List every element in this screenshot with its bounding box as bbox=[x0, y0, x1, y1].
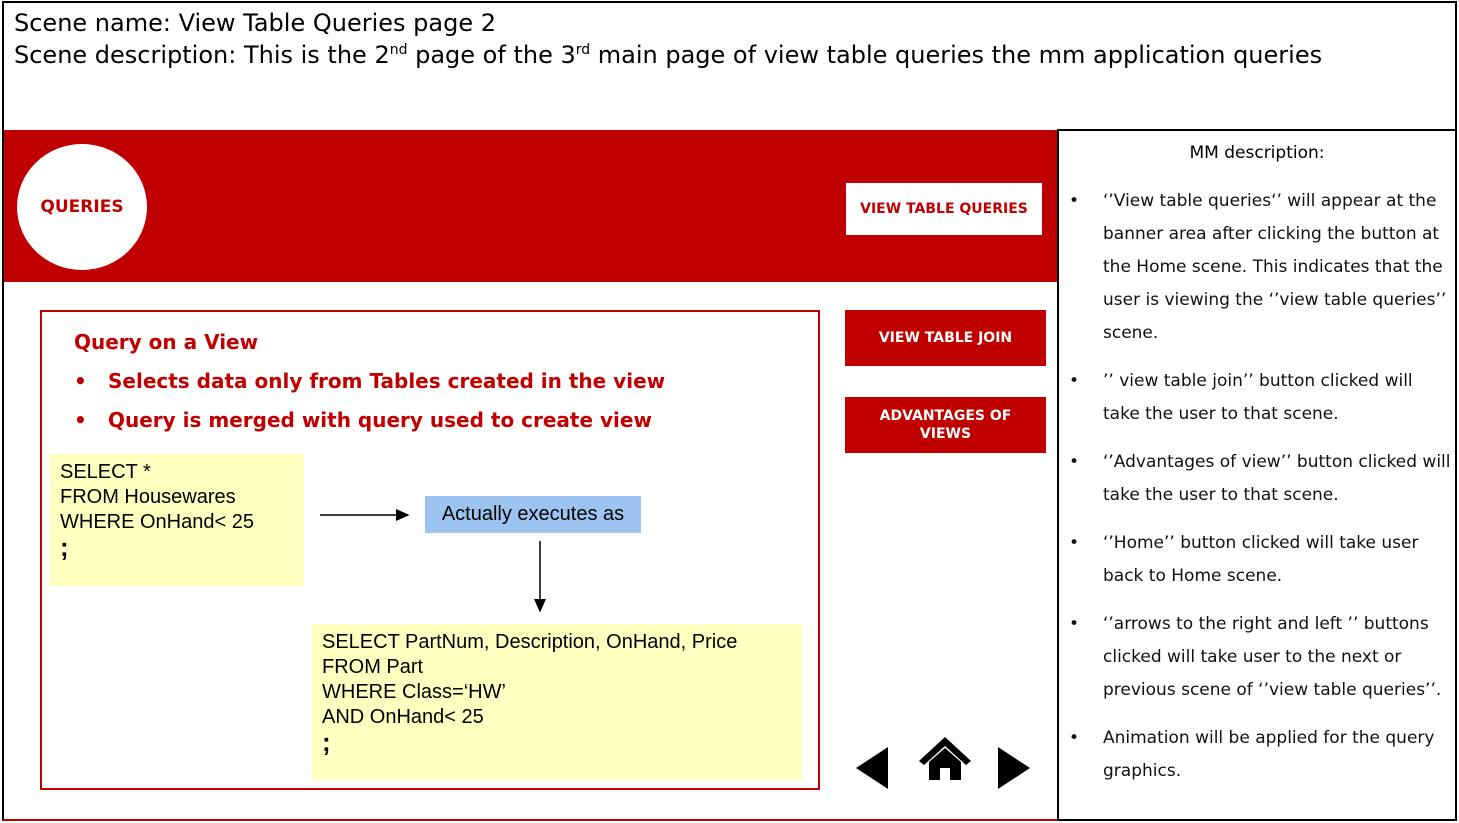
bullet-item: • Query is merged with query used to crea… bbox=[74, 408, 652, 432]
merged-query-code: SELECT PartNum, Description, OnHand, Pri… bbox=[312, 624, 802, 780]
view-query-code: SELECT * FROM Housewares WHERE OnHand< 25; bbox=[50, 454, 304, 586]
mm-description-title: MM description: bbox=[1189, 143, 1325, 163]
advantages-of-views-button[interactable]: ADVANTAGES OF VIEWS bbox=[845, 397, 1046, 453]
list-item: • ‘’View table queries‘’ will appear at t… bbox=[1069, 191, 1447, 343]
queries-logo: QUERIES bbox=[17, 144, 147, 270]
scene-header: Scene name: View Table Queries page 2 Sc… bbox=[2, 1, 1457, 132]
triangle-right-icon[interactable] bbox=[996, 745, 1032, 791]
list-item: • ‘’Advantages of view’’ button clicked w… bbox=[1069, 452, 1451, 505]
scene-navigation bbox=[854, 730, 1034, 800]
query-content-panel: Query on a View • Selects data only from … bbox=[40, 310, 820, 790]
view-table-join-button[interactable]: VIEW TABLE JOIN bbox=[845, 310, 1046, 366]
list-item: • Animation will be applied for the query… bbox=[1069, 728, 1435, 781]
bullet-item: • Selects data only from Tables created i… bbox=[74, 369, 666, 393]
list-item: •’’ view table join’’ button clicked wil… bbox=[1069, 371, 1413, 424]
mm-description-panel: MM description: • ‘’View table queries‘’ … bbox=[1057, 129, 1457, 821]
list-item: • ‘’arrows to the right and left ’’ butto… bbox=[1069, 614, 1442, 700]
home-icon[interactable] bbox=[917, 734, 973, 782]
executes-as-label: Actually executes as bbox=[425, 496, 641, 533]
content-title: Query on a View bbox=[74, 330, 259, 354]
list-item: • ‘’Home’’ button clicked will take user … bbox=[1069, 533, 1419, 586]
scene-mockup: QUERIES VIEW TABLE QUERIES VIEW TABLE JO… bbox=[2, 130, 1058, 821]
banner: QUERIES VIEW TABLE QUERIES bbox=[4, 130, 1058, 282]
triangle-left-icon[interactable] bbox=[854, 745, 890, 791]
view-table-queries-button[interactable]: VIEW TABLE QUERIES bbox=[846, 183, 1042, 235]
scene-description: Scene description: This is the 2nd page … bbox=[14, 41, 1323, 69]
scene-name: Scene name: View Table Queries page 2 bbox=[14, 9, 496, 37]
mm-description-list: • ‘’View table queries‘’ will appear at t… bbox=[1067, 185, 1451, 803]
